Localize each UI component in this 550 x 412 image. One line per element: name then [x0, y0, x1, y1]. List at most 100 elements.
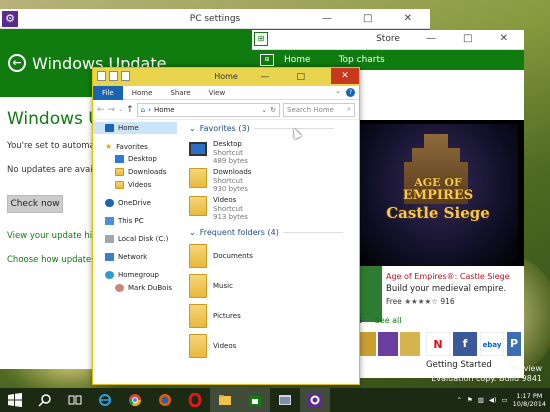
store-nav-top-charts[interactable]: Top charts — [339, 55, 385, 65]
list-item[interactable]: Music — [189, 274, 233, 298]
new-folder-icon[interactable] — [109, 71, 118, 81]
app-window-icon — [279, 395, 291, 405]
pc-settings-titlebar[interactable]: ⚙ PC settings — □ ✕ — [0, 9, 430, 29]
list-item[interactable]: Documents — [189, 244, 253, 268]
taskbar-chrome[interactable] — [120, 388, 150, 412]
pictures-folder-icon — [189, 304, 207, 328]
game-logo-text: EMPIRES — [402, 188, 474, 203]
nav-item-videos[interactable]: Videos — [115, 181, 151, 189]
game-tile[interactable] — [400, 332, 420, 356]
game-artwork[interactable]: AGE OF EMPIRES Castle Siege — [358, 124, 518, 270]
nav-item-homegroup[interactable]: Homegroup — [105, 271, 159, 279]
address-bar-row: ← → ⌄ ↑ ⌂ › Home ⌄ ↻ Search Home ⌕ — [93, 100, 359, 120]
facebook-icon[interactable]: f — [453, 332, 477, 356]
store-nav-home[interactable]: Home — [284, 55, 311, 65]
app-price: Free — [386, 297, 402, 306]
explorer-titlebar[interactable]: Home — □ ✕ — [93, 68, 359, 86]
game-tile[interactable] — [378, 332, 398, 356]
user-avatar-icon — [115, 284, 124, 292]
collapse-chevron-icon[interactable]: ⌄ — [189, 124, 196, 133]
nav-item-network[interactable]: Network — [105, 253, 147, 261]
app-tiles: N f ebay P — [426, 332, 521, 356]
list-item[interactable]: Desktop Shortcut 489 bytes — [189, 140, 248, 166]
up-arrow-icon[interactable]: ↑ — [126, 105, 134, 115]
build-watermark: Preview Evaluation copy. Build 9841 — [431, 364, 542, 383]
tab-file[interactable]: File — [93, 85, 123, 100]
nav-item-home[interactable]: Home — [93, 122, 177, 134]
chevron-down-icon[interactable]: ⌄ — [335, 87, 341, 95]
featured-app-info[interactable]: Age of Empires®: Castle Siege Build your… — [382, 266, 524, 322]
rating-stars-icon: ★★★★☆ — [404, 297, 438, 306]
home-icon — [105, 124, 114, 132]
window-controls[interactable]: — □ — [261, 68, 317, 86]
window-controls[interactable]: — □ ✕ — [322, 9, 426, 29]
settings-gear-icon[interactable]: ⚙ — [2, 11, 18, 27]
search-icon — [38, 394, 51, 407]
address-separator-icon: › — [148, 105, 151, 114]
store-title: Store — [376, 34, 400, 44]
search-input[interactable]: Search Home ⌕ — [283, 102, 355, 117]
back-arrow-icon[interactable]: ← — [97, 105, 105, 115]
toolbar-dropdown-icon[interactable] — [121, 71, 130, 81]
tab-home[interactable]: Home — [123, 89, 162, 97]
search-button[interactable] — [30, 388, 60, 412]
netflix-icon[interactable]: N — [426, 332, 450, 356]
tab-view[interactable]: View — [200, 89, 235, 97]
taskbar-opera[interactable] — [180, 388, 210, 412]
nav-item-desktop[interactable]: Desktop — [115, 155, 157, 163]
back-arrow-icon[interactable]: ← — [8, 54, 26, 72]
taskbar-internet-explorer[interactable] — [90, 388, 120, 412]
nav-item-onedrive[interactable]: OneDrive — [105, 199, 151, 207]
taskbar-pc-settings[interactable] — [300, 388, 330, 412]
task-view-button[interactable] — [60, 388, 90, 412]
chevron-down-icon[interactable]: ⌄ — [261, 106, 267, 114]
favorites-group-header[interactable]: ⌄ Favorites (3) — [189, 124, 334, 133]
nav-item-this-pc[interactable]: This PC — [105, 217, 144, 225]
close-button[interactable]: ✕ — [331, 68, 359, 84]
list-item[interactable]: Downloads Shortcut 930 bytes — [189, 168, 251, 194]
flag-icon[interactable]: ⚑ — [467, 396, 473, 404]
taskbar-file-explorer[interactable] — [210, 388, 240, 412]
volume-icon[interactable]: ◀) — [489, 396, 497, 404]
store-logo-icon[interactable]: ⊞ — [260, 54, 274, 66]
store-titlebar[interactable]: ⊞ Store — □ ✕ — [252, 30, 524, 50]
taskbar-store[interactable] — [240, 388, 270, 412]
app-tile-partial-icon[interactable]: P — [507, 332, 521, 356]
window-controls[interactable]: — □ ✕ — [426, 30, 520, 48]
clock[interactable]: 1:17 PM 10/8/2014 — [513, 392, 546, 408]
ebay-icon[interactable]: ebay — [480, 332, 504, 356]
app-description: Build your medieval empire. — [386, 284, 507, 294]
help-icon[interactable]: ? — [346, 88, 355, 97]
home-icon: ⌂ — [140, 105, 146, 114]
nav-item-favorites[interactable]: ★ Favorites — [105, 142, 148, 151]
search-icon[interactable]: ⌕ — [347, 105, 351, 114]
properties-icon[interactable] — [97, 71, 106, 81]
taskbar-firefox[interactable] — [150, 388, 180, 412]
promo-tile[interactable] — [358, 266, 382, 322]
nav-item-downloads[interactable]: Downloads — [115, 168, 166, 176]
list-item[interactable]: Videos — [189, 334, 236, 358]
frequent-folders-group-header[interactable]: ⌄ Frequent folders (4) — [189, 228, 343, 237]
list-item[interactable]: Videos Shortcut 913 bytes — [189, 196, 248, 222]
nav-item-user[interactable]: Mark DuBois — [115, 284, 172, 292]
drive-icon — [105, 235, 114, 243]
system-tray: ⌃ ⚑ ▥ ◀) ▭ 1:17 PM 10/8/2014 — [457, 388, 546, 412]
chevron-up-icon[interactable]: ⌃ — [457, 396, 462, 404]
taskbar-app[interactable] — [270, 388, 300, 412]
app-name[interactable]: Age of Empires®: Castle Siege — [386, 272, 520, 281]
network-icon — [105, 253, 114, 261]
refresh-icon[interactable]: ↻ — [270, 106, 276, 114]
chevron-down-icon[interactable]: ⌄ — [118, 106, 123, 113]
collapse-chevron-icon[interactable]: ⌄ — [189, 228, 196, 237]
list-item[interactable]: Pictures — [189, 304, 241, 328]
nav-item-local-disk[interactable]: Local Disk (C:) — [105, 235, 168, 243]
address-bar[interactable]: ⌂ › Home ⌄ ↻ — [136, 102, 280, 117]
check-now-button[interactable]: Check now — [7, 195, 63, 213]
network-icon[interactable]: ▥ — [478, 396, 484, 404]
keyboard-icon[interactable]: ▭ — [502, 396, 508, 404]
tab-share[interactable]: Share — [161, 89, 199, 97]
store-bag-icon: ⊞ — [254, 32, 268, 46]
forward-arrow-icon[interactable]: → — [108, 105, 116, 115]
start-button[interactable] — [0, 388, 30, 412]
see-all-link[interactable]: See all — [375, 316, 402, 325]
